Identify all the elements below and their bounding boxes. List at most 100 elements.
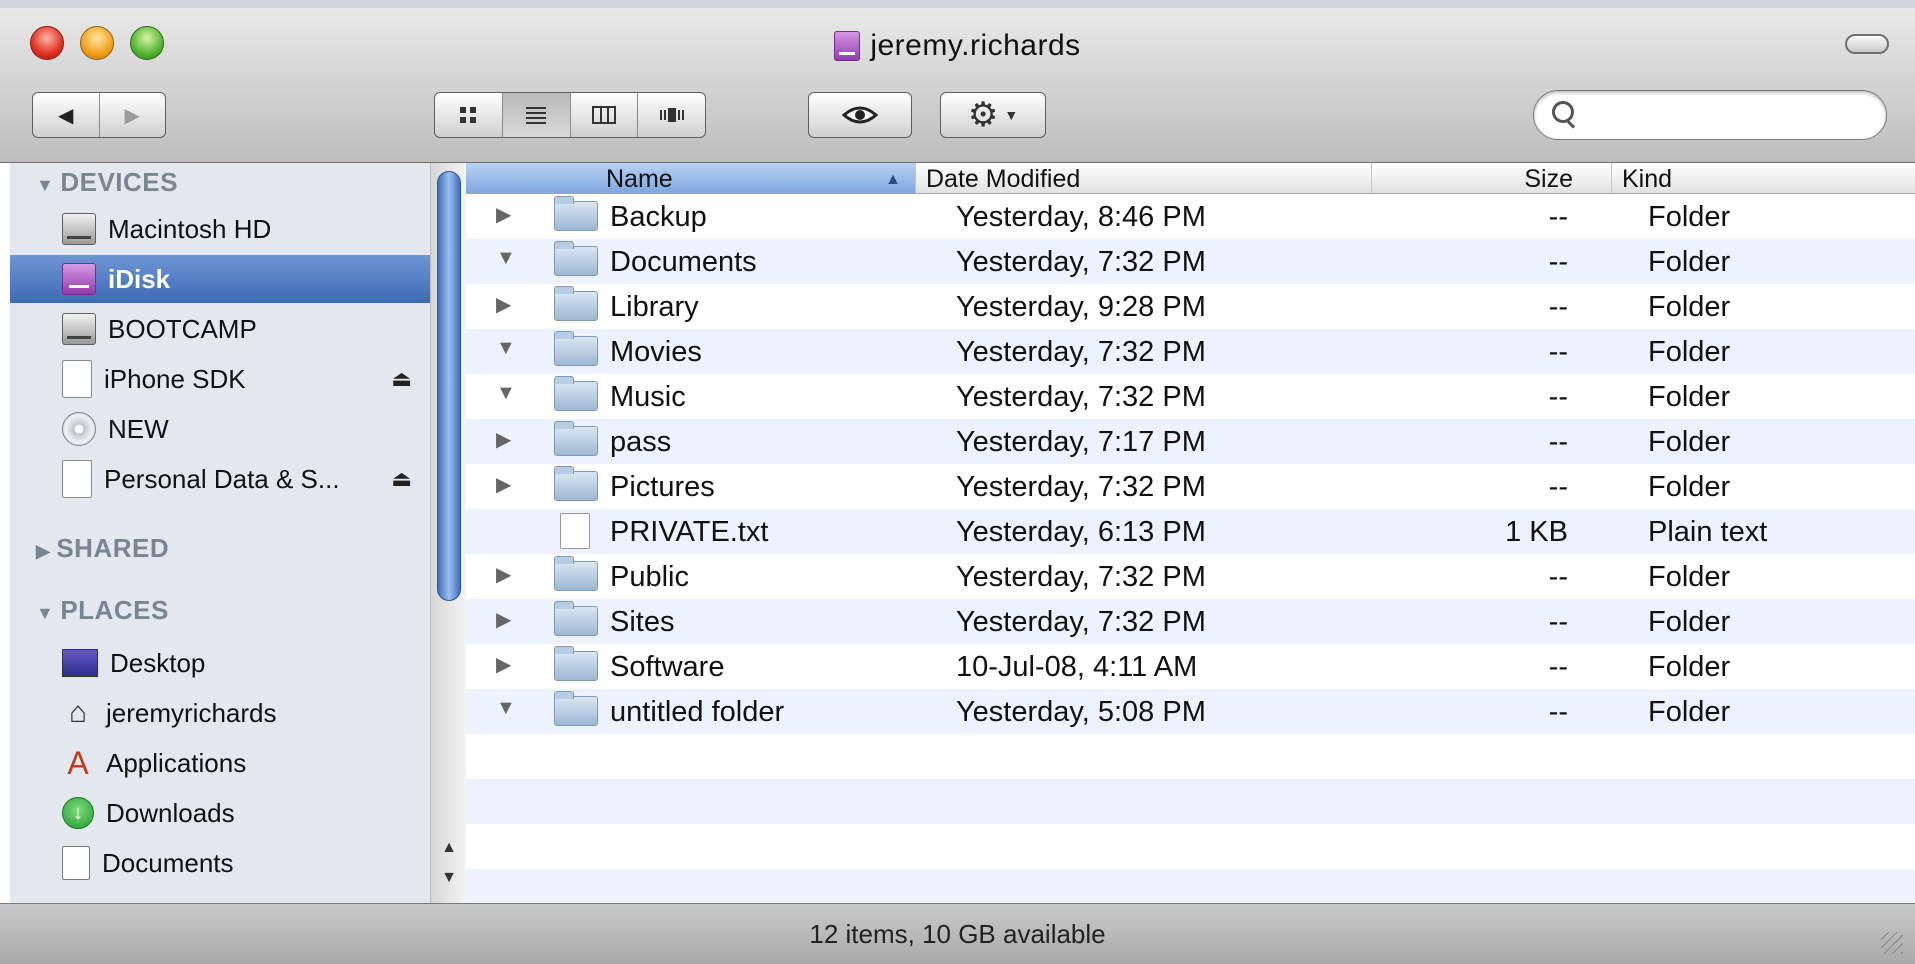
sidebar-scrollbar[interactable]: ▲ ▼ bbox=[430, 163, 466, 903]
disclosure-triangle-icon[interactable]: ▶ bbox=[496, 607, 511, 632]
sidebar-item-applications[interactable]: A Applications bbox=[10, 739, 430, 787]
disclosure-triangle-icon[interactable]: ▶ bbox=[496, 202, 511, 227]
list-view-button[interactable] bbox=[502, 93, 571, 137]
table-row[interactable]: ▼ untitled folder Yesterday, 5:08 PM -- Fold… bbox=[466, 689, 1915, 734]
sidebar-item-new[interactable]: NEW bbox=[10, 405, 430, 453]
title-bar[interactable]: jeremy.richards ◀ ▶ ⚙ ▼ bbox=[0, 8, 1915, 163]
cell-date: Yesterday, 5:08 PM bbox=[956, 696, 1206, 728]
sidebar-scroll-thumb[interactable] bbox=[437, 171, 461, 601]
sidebar-item-home[interactable]: ⌂ jeremyrichards bbox=[10, 689, 430, 737]
window-title: jeremy.richards bbox=[870, 29, 1081, 62]
cell-date: Yesterday, 7:32 PM bbox=[956, 246, 1206, 278]
resize-grip-icon[interactable] bbox=[1881, 932, 1903, 954]
desktop-icon bbox=[62, 649, 98, 677]
home-icon: ⌂ bbox=[68, 696, 88, 729]
back-button[interactable]: ◀ bbox=[33, 93, 100, 137]
sidebar-item-idisk[interactable]: iDisk bbox=[10, 255, 430, 303]
cell-size: -- bbox=[1548, 291, 1568, 323]
cell-date: Yesterday, 9:28 PM bbox=[956, 291, 1206, 323]
sidebar-item-iphone-sdk[interactable]: iPhone SDK ⏏ bbox=[10, 355, 430, 403]
shared-header[interactable]: ▶ SHARED bbox=[36, 533, 169, 564]
cell-name: Backup bbox=[610, 201, 707, 233]
sidebar-item-documents[interactable]: Documents bbox=[10, 839, 430, 887]
search-field[interactable] bbox=[1533, 90, 1887, 140]
quick-look-button[interactable] bbox=[808, 92, 912, 138]
sidebar-item-desktop[interactable]: Desktop bbox=[10, 639, 430, 687]
action-menu-button[interactable]: ⚙ ▼ bbox=[940, 92, 1046, 138]
folder-icon bbox=[554, 691, 598, 726]
cell-kind: Folder bbox=[1648, 291, 1731, 323]
scroll-down-arrow[interactable]: ▼ bbox=[431, 869, 467, 887]
disclosure-triangle-icon[interactable]: ▶ bbox=[496, 562, 511, 587]
table-row[interactable]: ▶ Public Yesterday, 7:32 PM -- Folder bbox=[466, 554, 1915, 599]
disclosure-triangle-icon[interactable]: ▼ bbox=[496, 247, 516, 270]
disclosure-triangle-icon[interactable]: ▼ bbox=[496, 337, 516, 360]
eject-icon[interactable]: ⏏ bbox=[391, 466, 412, 492]
toolbar-toggle-button[interactable] bbox=[1845, 34, 1889, 54]
column-header-size[interactable]: Size bbox=[1372, 163, 1612, 193]
table-row[interactable]: ▼ Movies Yesterday, 7:32 PM -- Folder bbox=[466, 329, 1915, 374]
cell-name: PRIVATE.txt bbox=[610, 516, 769, 548]
table-row[interactable]: ▼ Documents Yesterday, 7:32 PM -- Folder bbox=[466, 239, 1915, 284]
sidebar-item-label: Documents bbox=[102, 847, 234, 878]
disk-image-icon bbox=[62, 360, 92, 398]
table-row[interactable]: PRIVATE.txt Yesterday, 6:13 PM 1 KB Plain t… bbox=[466, 509, 1915, 554]
disclosure-triangle-icon[interactable]: ▶ bbox=[496, 427, 511, 452]
table-row[interactable]: ▶ pass Yesterday, 7:17 PM -- Folder bbox=[466, 419, 1915, 464]
sidebar-item-bootcamp[interactable]: BOOTCAMP bbox=[10, 305, 430, 353]
column-header-date[interactable]: Date Modified bbox=[916, 163, 1372, 193]
table-row[interactable]: ▶ Backup Yesterday, 8:46 PM -- Folder bbox=[466, 194, 1915, 239]
column-header-name[interactable]: Name ▲ bbox=[466, 163, 916, 193]
disclosure-triangle-icon[interactable]: ▼ bbox=[496, 382, 516, 405]
cell-date: Yesterday, 8:46 PM bbox=[956, 201, 1206, 233]
empty-row bbox=[466, 734, 1915, 779]
disclosure-triangle-icon[interactable]: ▼ bbox=[496, 697, 516, 720]
empty-row bbox=[466, 824, 1915, 869]
sidebar-item-personal-data[interactable]: Personal Data & S... ⏏ bbox=[10, 455, 430, 503]
table-row[interactable]: ▶ Software 10-Jul-08, 4:11 AM -- Folder bbox=[466, 644, 1915, 689]
cell-date: Yesterday, 7:32 PM bbox=[956, 606, 1206, 638]
cell-kind: Folder bbox=[1648, 336, 1731, 368]
disk-image-icon bbox=[62, 460, 92, 498]
empty-row bbox=[466, 869, 1915, 903]
idisk-icon bbox=[834, 31, 861, 61]
folder-icon bbox=[554, 421, 598, 456]
devices-header[interactable]: ▼ DEVICES bbox=[36, 167, 178, 198]
folder-icon bbox=[554, 286, 598, 321]
table-row[interactable]: ▶ Sites Yesterday, 7:32 PM -- Folder bbox=[466, 599, 1915, 644]
cell-size: -- bbox=[1548, 336, 1568, 368]
table-row[interactable]: ▼ Music Yesterday, 7:32 PM -- Folder bbox=[466, 374, 1915, 419]
table-row[interactable]: ▶ Library Yesterday, 9:28 PM -- Folder bbox=[466, 284, 1915, 329]
disclosure-triangle-icon[interactable]: ▶ bbox=[496, 652, 511, 677]
finder-window: jeremy.richards ◀ ▶ ⚙ ▼ ▼ DEVICES Macint… bbox=[0, 0, 1915, 964]
scroll-up-arrow[interactable]: ▲ bbox=[431, 839, 467, 857]
cell-name: pass bbox=[610, 426, 672, 458]
cd-icon bbox=[62, 412, 96, 446]
table-row[interactable]: ▶ Pictures Yesterday, 7:32 PM -- Folder bbox=[466, 464, 1915, 509]
cell-name: Documents bbox=[610, 246, 757, 278]
search-icon bbox=[1552, 101, 1574, 123]
cover-flow-button[interactable] bbox=[638, 93, 705, 137]
eject-icon[interactable]: ⏏ bbox=[391, 366, 412, 392]
cover-flow-icon bbox=[659, 108, 684, 122]
disclosure-triangle-icon[interactable]: ▶ bbox=[496, 292, 511, 317]
column-header-kind[interactable]: Kind bbox=[1612, 163, 1915, 193]
column-name-label: Name bbox=[606, 165, 673, 193]
disclosure-triangle-icon[interactable]: ▶ bbox=[496, 472, 511, 497]
column-view-button[interactable] bbox=[571, 93, 639, 137]
cell-size: -- bbox=[1548, 201, 1568, 233]
cell-name: Music bbox=[610, 381, 686, 413]
sidebar-item-macintosh-hd[interactable]: Macintosh HD bbox=[10, 205, 430, 253]
places-header[interactable]: ▼ PLACES bbox=[36, 595, 169, 626]
column-view-icon bbox=[591, 106, 616, 124]
cell-kind: Folder bbox=[1648, 201, 1731, 233]
gear-icon: ⚙ bbox=[967, 96, 999, 134]
icon-view-button[interactable] bbox=[435, 93, 503, 137]
forward-button[interactable]: ▶ bbox=[100, 93, 166, 137]
sort-ascending-icon: ▲ bbox=[885, 171, 901, 188]
places-label: PLACES bbox=[60, 595, 169, 625]
search-input[interactable] bbox=[1586, 99, 1870, 131]
sidebar-item-downloads[interactable]: ↓ Downloads bbox=[10, 789, 430, 837]
cell-date: Yesterday, 7:32 PM bbox=[956, 561, 1206, 593]
column-kind-label: Kind bbox=[1622, 165, 1673, 193]
